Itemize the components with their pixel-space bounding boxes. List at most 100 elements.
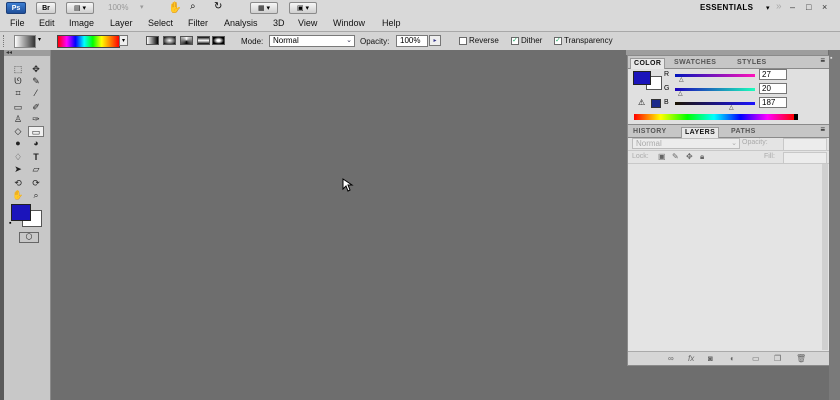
pen-tool-icon[interactable]: ♢ xyxy=(10,152,26,163)
minimize-button[interactable]: – xyxy=(790,2,795,12)
panel-icon[interactable]: ▪ xyxy=(830,55,839,65)
shape-tool-icon[interactable]: ▱ xyxy=(28,164,44,175)
foreground-swatch[interactable] xyxy=(633,71,651,85)
workspace-switcher[interactable]: ESSENTIALS xyxy=(700,3,753,12)
gradient-dropdown-icon[interactable]: ▾ xyxy=(119,35,128,46)
quick-selection-tool-icon[interactable]: ✎ xyxy=(28,76,44,87)
adjustment-layer-icon[interactable]: ◐ xyxy=(730,354,735,363)
menu-filter[interactable]: Filter xyxy=(188,18,208,28)
radial-gradient-button[interactable] xyxy=(163,36,176,45)
blue-slider[interactable] xyxy=(675,102,755,105)
red-slider-thumb[interactable]: △ xyxy=(679,76,684,83)
rotate-view-icon[interactable]: ↻ xyxy=(214,1,222,12)
healing-brush-tool-icon[interactable]: ▭ xyxy=(10,102,26,113)
blue-value-input[interactable]: 187 xyxy=(759,97,787,108)
hand-tool-icon[interactable]: ✋ xyxy=(10,190,26,201)
menu-view[interactable]: View xyxy=(298,18,317,28)
type-tool-icon[interactable]: T xyxy=(28,152,44,163)
workspace-dropdown-icon[interactable]: ▾ xyxy=(766,4,770,12)
zoom-tool-icon[interactable]: ⌕ xyxy=(190,1,196,12)
add-mask-icon[interactable]: ◙ xyxy=(708,354,713,363)
tab-swatches[interactable]: SWATCHES xyxy=(671,58,719,68)
arrange-documents-button[interactable]: ▦ ▾ xyxy=(250,2,278,14)
link-layers-icon[interactable]: ∞ xyxy=(668,354,674,363)
bridge-button[interactable]: Br xyxy=(36,2,56,14)
view-extras-button[interactable]: ▤ ▾ xyxy=(66,2,94,14)
tab-color[interactable]: COLOR xyxy=(630,58,666,69)
out-of-gamut-warning-icon[interactable]: ⚠ xyxy=(638,98,645,107)
dither-checkbox[interactable]: ✓ xyxy=(511,37,519,45)
screen-mode-button[interactable]: ▣ ▾ xyxy=(289,2,317,14)
dodge-tool-icon[interactable]: ◕ xyxy=(28,138,44,149)
blue-slider-thumb[interactable]: △ xyxy=(729,104,734,111)
new-group-icon[interactable]: ▭ xyxy=(752,354,760,363)
options-bar-grip[interactable] xyxy=(3,35,7,47)
layers-panel-menu-icon[interactable]: ≡ xyxy=(820,125,825,134)
tab-paths[interactable]: PATHS xyxy=(728,127,759,137)
angle-gradient-button[interactable] xyxy=(180,36,193,45)
tab-styles[interactable]: STYLES xyxy=(734,58,770,68)
menu-edit[interactable]: Edit xyxy=(39,18,55,28)
brush-tool-icon[interactable]: ✐ xyxy=(28,102,44,113)
blur-tool-icon[interactable]: ● xyxy=(10,138,26,149)
gradient-tool-icon[interactable]: ▭ xyxy=(28,126,44,137)
blend-mode-select[interactable]: Normal ⌄ xyxy=(632,138,740,149)
panel-menu-icon[interactable]: ≡ xyxy=(820,56,825,65)
tools-collapse-icon[interactable]: ◂◂ xyxy=(4,50,50,56)
gamut-color-chip[interactable] xyxy=(651,99,661,108)
move-tool-icon[interactable]: ✥ xyxy=(28,64,44,75)
black-swatch[interactable] xyxy=(794,114,798,120)
3d-rotate-tool-icon[interactable]: ⟲ xyxy=(10,178,26,189)
menu-window[interactable]: Window xyxy=(333,18,365,28)
menu-file[interactable]: File xyxy=(10,18,25,28)
close-button[interactable]: × xyxy=(822,2,827,12)
lock-transparent-pixels-icon[interactable]: ▣ xyxy=(658,152,666,161)
menu-layer[interactable]: Layer xyxy=(110,18,133,28)
red-slider[interactable] xyxy=(675,74,755,77)
red-value-input[interactable]: 27 xyxy=(759,69,787,80)
tool-preset-dropdown-icon[interactable]: ▾ xyxy=(38,36,41,43)
tab-layers[interactable]: LAYERS xyxy=(681,127,720,138)
menu-help[interactable]: Help xyxy=(382,18,401,28)
default-colors-icon[interactable]: ▪ xyxy=(9,220,11,227)
tab-history[interactable]: HISTORY xyxy=(630,127,670,137)
hand-tool-icon[interactable]: ✋ xyxy=(168,1,182,14)
linear-gradient-button[interactable] xyxy=(146,36,159,45)
foreground-color-swatch[interactable] xyxy=(11,204,31,221)
zoom-tool-icon[interactable]: ⌕ xyxy=(28,190,44,201)
tool-preset-picker[interactable] xyxy=(14,35,36,48)
reverse-checkbox[interactable] xyxy=(459,37,467,45)
mode-select[interactable]: Normal ⌄ xyxy=(269,35,355,47)
layers-scrollbar[interactable] xyxy=(822,164,828,350)
quick-mask-icon[interactable]: ◯ xyxy=(19,232,39,243)
opacity-input[interactable]: 100% xyxy=(396,35,428,47)
layer-style-icon[interactable]: fx xyxy=(688,354,694,363)
green-slider-thumb[interactable]: △ xyxy=(678,90,683,97)
delete-layer-icon[interactable]: 🗑︎ xyxy=(796,354,806,363)
marquee-tool-icon[interactable]: ⬚ xyxy=(10,64,26,75)
reflected-gradient-button[interactable] xyxy=(197,36,210,45)
zoom-dropdown-icon[interactable]: ▾ xyxy=(140,3,144,11)
menu-3d[interactable]: 3D xyxy=(273,18,285,28)
green-value-input[interactable]: 20 xyxy=(759,83,787,94)
eyedropper-tool-icon[interactable]: ⁄ xyxy=(28,88,44,99)
eraser-tool-icon[interactable]: ◇ xyxy=(10,126,26,137)
lock-image-pixels-icon[interactable]: ✎ xyxy=(672,152,679,161)
zoom-level[interactable]: 100% xyxy=(108,3,128,12)
opacity-slider-button[interactable]: ▸ xyxy=(429,35,441,46)
menu-analysis[interactable]: Analysis xyxy=(224,18,258,28)
canvas-area[interactable] xyxy=(51,50,626,400)
transparency-checkbox[interactable]: ✓ xyxy=(554,37,562,45)
color-spectrum-bar[interactable] xyxy=(634,114,794,120)
path-selection-tool-icon[interactable]: ➤ xyxy=(10,164,26,175)
lock-position-icon[interactable]: ✥ xyxy=(686,152,693,161)
diamond-gradient-button[interactable] xyxy=(212,36,225,45)
lasso-tool-icon[interactable]: ᘎ xyxy=(10,76,26,87)
menu-select[interactable]: Select xyxy=(148,18,173,28)
history-brush-tool-icon[interactable]: ✑ xyxy=(28,114,44,125)
new-layer-icon[interactable]: ❐ xyxy=(774,354,781,363)
menu-image[interactable]: Image xyxy=(69,18,94,28)
clone-stamp-tool-icon[interactable]: ♙ xyxy=(10,114,26,125)
crop-tool-icon[interactable]: ⌗ xyxy=(10,88,26,99)
gradient-picker[interactable] xyxy=(57,35,120,48)
